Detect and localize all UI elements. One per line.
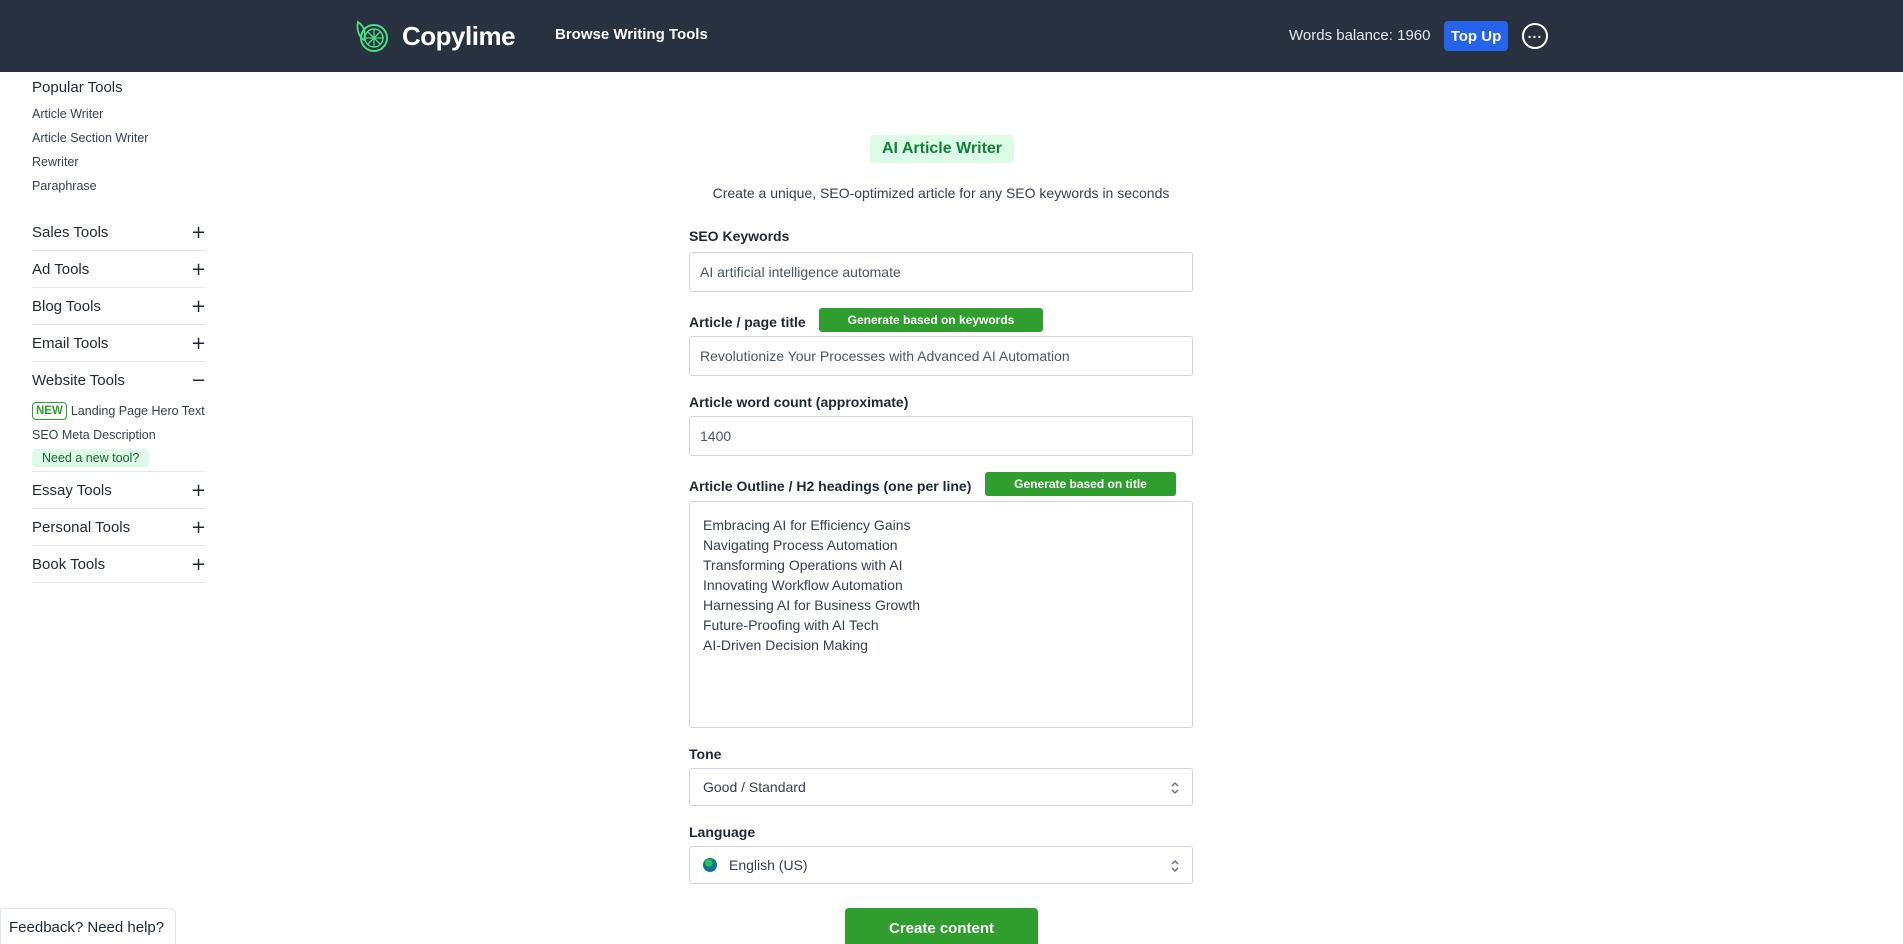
tone-select[interactable]: Good / Standard (689, 768, 1193, 806)
word-count-input[interactable]: 1400 (689, 416, 1193, 456)
category-website-tools[interactable]: Website Tools − (32, 362, 206, 399)
select-arrows-icon (1171, 859, 1179, 873)
category-label: Blog Tools (32, 297, 101, 315)
category-label: Website Tools (32, 372, 125, 389)
top-up-button[interactable]: Top Up (1444, 21, 1508, 51)
lime-logo-icon (356, 20, 388, 52)
popular-link-article-writer[interactable]: Article Writer (32, 102, 205, 126)
outline-label: Article Outline / H2 headings (one per l… (689, 478, 972, 494)
new-badge: NEW (32, 402, 67, 420)
plus-icon[interactable]: + (191, 480, 206, 501)
globe-icon (703, 858, 717, 872)
page-subtitle: Create a unique, SEO-optimized article f… (712, 185, 1170, 201)
brand-name: Copylime (402, 20, 516, 51)
browse-writing-tools-link[interactable]: Browse Writing Tools (555, 26, 708, 43)
tone-label: Tone (689, 746, 722, 762)
plus-icon[interactable]: + (191, 296, 206, 317)
top-navbar: Copylime Browse Writing Tools Words bala… (0, 0, 1903, 72)
popular-link-paraphrase[interactable]: Paraphrase (32, 174, 205, 198)
plus-icon[interactable]: + (191, 517, 206, 538)
ellipsis-icon: ... (1527, 25, 1543, 41)
words-balance: Words balance: 1960 (1289, 27, 1431, 44)
category-label: Ad Tools (32, 260, 90, 278)
minus-icon[interactable]: − (191, 370, 206, 391)
outline-line: Harnessing AI for Business Growth (703, 597, 921, 613)
seo-keywords-label: SEO Keywords (689, 228, 790, 244)
feedback-help-button[interactable]: Feedback? Need help? (0, 908, 176, 944)
popular-tools-section: Popular Tools Article Writer Article Sec… (32, 78, 205, 198)
create-content-button[interactable]: Create content (845, 908, 1038, 944)
tool-seo-meta-description[interactable]: SEO Meta Description (32, 423, 205, 447)
popular-link-article-section-writer[interactable]: Article Section Writer (32, 126, 205, 150)
tools-sidebar: Popular Tools Article Writer Article Sec… (32, 78, 206, 583)
plus-icon[interactable]: + (191, 333, 206, 354)
plus-icon[interactable]: + (191, 259, 206, 280)
language-select[interactable]: English (US) (689, 846, 1193, 884)
category-personal-tools[interactable]: Personal Tools + (32, 509, 206, 546)
need-new-tool-link[interactable]: Need a new tool? (32, 449, 150, 467)
popular-tools-heading: Popular Tools (32, 79, 123, 96)
article-title-label: Article / page title (689, 314, 806, 330)
outline-line: Future-Proofing with AI Tech (703, 617, 879, 633)
generate-title-button[interactable]: Generate based on keywords (819, 308, 1043, 332)
category-label: Essay Tools (32, 481, 112, 499)
generate-outline-button[interactable]: Generate based on title (985, 472, 1176, 496)
category-blog-tools[interactable]: Blog Tools + (32, 288, 206, 325)
category-sales-tools[interactable]: Sales Tools + (32, 214, 206, 251)
article-title-input[interactable]: Revolutionize Your Processes with Advanc… (689, 336, 1193, 376)
website-tools-list: NEW Landing Page Hero Text SEO Meta Desc… (32, 399, 205, 472)
outline-textarea[interactable]: Embracing AI for Efficiency Gains Naviga… (689, 501, 1193, 728)
seo-keywords-input[interactable]: AI artificial intelligence automate (689, 252, 1193, 292)
category-ad-tools[interactable]: Ad Tools + (32, 251, 206, 288)
brand-logo[interactable]: Copylime (352, 14, 516, 58)
outline-line: AI-Driven Decision Making (703, 637, 868, 653)
outline-line: Embracing AI for Efficiency Gains (703, 517, 911, 533)
popular-link-rewriter[interactable]: Rewriter (32, 150, 205, 174)
word-count-label: Article word count (approximate) (689, 394, 909, 410)
category-label: Personal Tools (32, 518, 131, 536)
tool-landing-page-hero-text[interactable]: NEW Landing Page Hero Text (32, 399, 205, 423)
category-label: Sales Tools (32, 223, 109, 241)
more-options-button[interactable]: ... (1522, 23, 1548, 49)
tool-label: Landing Page Hero Text (70, 404, 205, 418)
category-label: Email Tools (32, 334, 109, 352)
page-title-badge: AI Article Writer (870, 135, 1014, 163)
language-label: Language (689, 824, 756, 840)
outline-line: Innovating Workflow Automation (703, 577, 903, 593)
outline-line: Transforming Operations with AI (703, 557, 903, 573)
plus-icon[interactable]: + (191, 554, 206, 575)
language-value: English (US) (729, 857, 808, 873)
category-essay-tools[interactable]: Essay Tools + (32, 472, 206, 509)
category-book-tools[interactable]: Book Tools + (32, 546, 206, 583)
tone-value: Good / Standard (703, 779, 806, 795)
category-label: Book Tools (32, 555, 106, 573)
outline-line: Navigating Process Automation (703, 537, 898, 553)
select-arrows-icon (1171, 781, 1179, 795)
plus-icon[interactable]: + (191, 222, 206, 243)
category-email-tools[interactable]: Email Tools + (32, 325, 206, 362)
